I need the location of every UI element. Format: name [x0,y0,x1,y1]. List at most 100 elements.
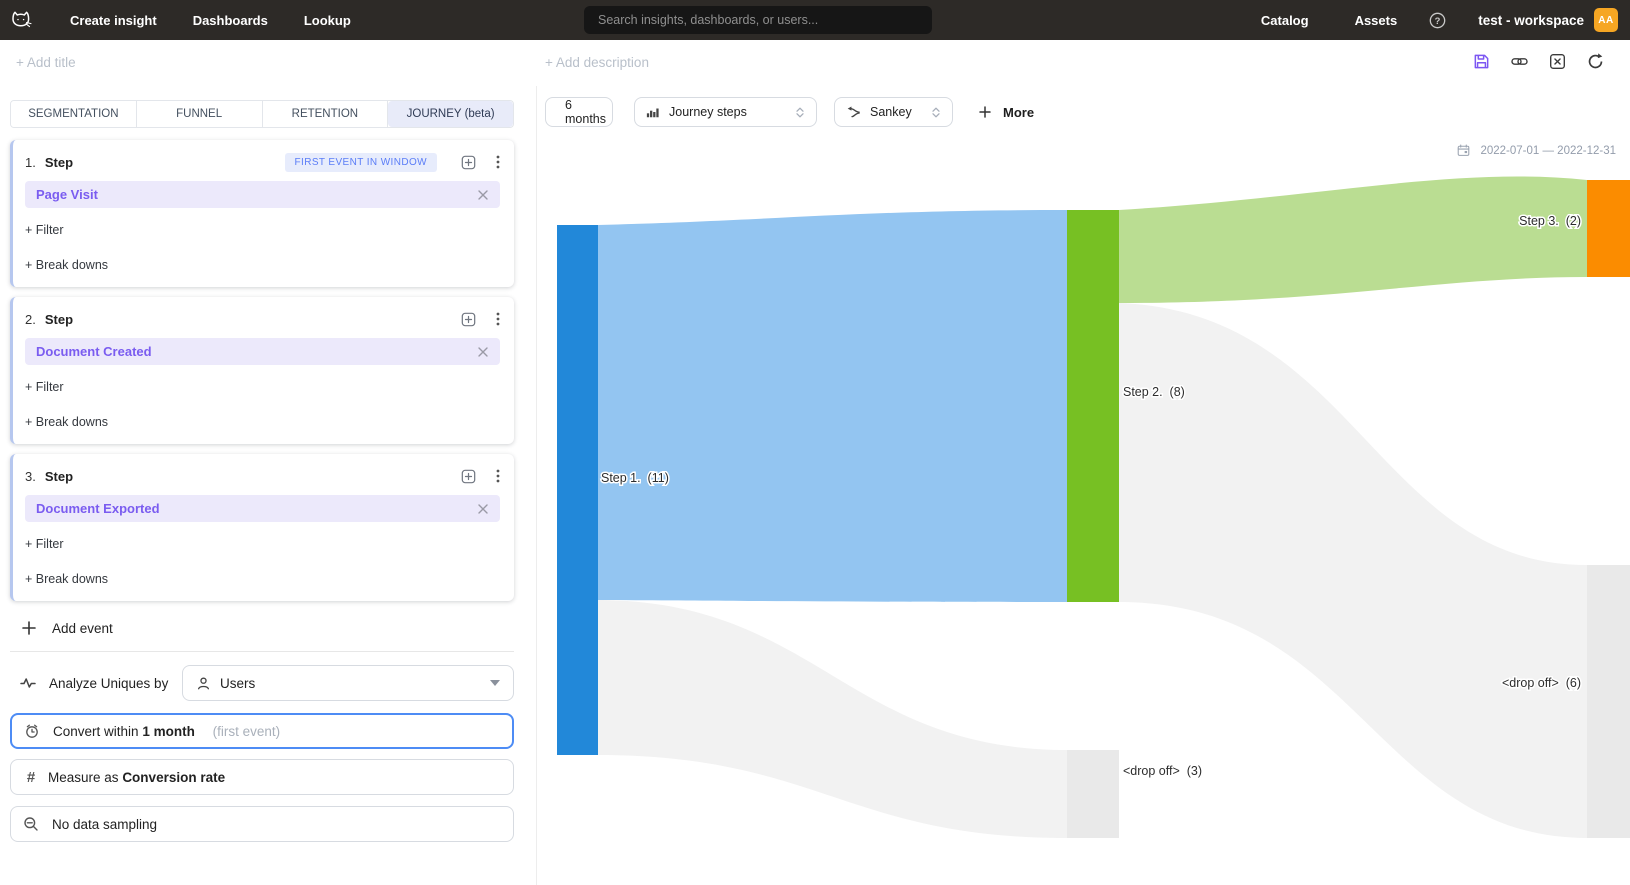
add-event-to-step-icon[interactable] [461,312,476,327]
sankey-link-step2-dropoff[interactable] [1119,303,1587,838]
measure-as-label: Measure as [48,770,119,785]
add-breakdown-button[interactable]: + Break downs [25,258,500,272]
select-carets-icon [931,107,941,118]
save-icon[interactable] [1473,53,1490,70]
app-logo-cat-icon[interactable] [8,8,34,32]
refresh-icon[interactable] [1587,53,1604,70]
step-card-2: 2. Step Document Created + Filter + Brea… [10,297,514,444]
add-filter-button[interactable]: + Filter [25,537,500,551]
measure-as-value: Conversion rate [122,770,225,785]
header-actions [1473,53,1604,70]
tab-retention[interactable]: RETENTION [263,101,389,127]
event-chip[interactable]: Document Created [25,338,500,365]
chart-area: 6 months Journey steps Sankey More [536,86,1630,885]
sankey-node-step2[interactable] [1067,210,1119,602]
nav-item-assets[interactable]: Assets [1355,13,1398,28]
breakdown-select-value: Journey steps [669,105,747,119]
sankey-label-step2: Step 2. (8) [1123,385,1185,399]
add-event-to-step-icon[interactable] [461,155,476,170]
search-input[interactable] [584,6,932,34]
step-index: 1. [25,155,36,170]
nav-item-create-insight[interactable]: Create insight [70,13,157,28]
clear-cache-icon[interactable] [1549,53,1566,70]
chart-type-select[interactable]: Sankey [834,97,953,127]
sankey-node-dropoff-right[interactable] [1587,565,1630,838]
data-sampling-value: No data sampling [52,817,157,832]
avatar[interactable]: AA [1594,8,1618,32]
add-description-button[interactable]: + Add description [545,55,649,70]
add-event-button[interactable]: Add event [10,618,514,638]
tab-funnel[interactable]: FUNNEL [137,101,263,127]
sankey-label-dropoff-mid: <drop off> (3) [1123,764,1202,778]
help-icon[interactable]: ? [1429,12,1446,29]
sankey-chart: Step 1. (11) Step 2. (8) Step 3. (2) <dr… [537,140,1630,885]
step-index: 2. [25,312,36,327]
step-title: Step [45,155,73,170]
nav-item-catalog[interactable]: Catalog [1261,13,1309,28]
analyze-uniques-label: Analyze Uniques by [49,676,168,691]
analyze-entity-select[interactable]: Users [182,665,514,701]
more-options-button[interactable]: More [979,105,1034,120]
step-title: Step [45,469,73,484]
remove-event-icon[interactable] [477,503,489,515]
step-menu-kebab-icon[interactable] [496,469,500,483]
step-menu-kebab-icon[interactable] [496,312,500,326]
sankey-link-step1-dropoff[interactable] [598,600,1067,838]
step-menu-kebab-icon[interactable] [496,155,500,169]
sankey-node-dropoff-mid[interactable] [1067,750,1119,838]
top-navbar: Create insight Dashboards Lookup Catalog… [0,0,1630,40]
chart-toolbar: 6 months Journey steps Sankey More [545,97,1034,127]
step-title: Step [45,312,73,327]
event-chip[interactable]: Document Exported [25,495,500,522]
step-card-3: 3. Step Document Exported + Filter + Bre… [10,454,514,601]
plus-icon [979,106,991,118]
sankey-node-step1[interactable] [557,225,598,755]
time-range-button[interactable]: 6 months [545,97,613,127]
analyze-row: Analyze Uniques by Users [10,665,514,701]
sankey-label-step3: Step 3. (2) [1519,214,1581,228]
workspace-name[interactable]: test - workspace [1478,13,1584,28]
add-filter-button[interactable]: + Filter [25,380,500,394]
nav-right-group: Catalog Assets ? test - workspace AA [1261,0,1618,40]
panel-divider [10,651,514,652]
add-filter-button[interactable]: + Filter [25,223,500,237]
step-card-header: 3. Step [25,467,500,485]
insight-type-tabs: SEGMENTATION FUNNEL RETENTION JOURNEY (b… [10,100,514,128]
remove-event-icon[interactable] [477,346,489,358]
chart-type-value: Sankey [870,105,912,119]
nav-item-lookup[interactable]: Lookup [304,13,351,28]
event-name: Document Created [36,344,152,359]
add-breakdown-button[interactable]: + Break downs [25,572,500,586]
remove-event-icon[interactable] [477,189,489,201]
add-breakdown-button[interactable]: + Break downs [25,415,500,429]
conversion-window-note: (first event) [213,724,281,739]
convert-within-label: Convert within [53,724,139,739]
add-title-button[interactable]: + Add title [16,55,76,70]
sankey-node-step3[interactable] [1587,180,1630,277]
add-event-to-step-icon[interactable] [461,469,476,484]
sankey-link-step1-step2[interactable] [598,210,1067,602]
conversion-window-setting[interactable]: Convert within 1 month (first event) [10,713,514,749]
nav-menu: Create insight Dashboards Lookup [70,13,351,28]
activity-icon [20,675,36,691]
step-card-header: 2. Step [25,310,500,328]
chevron-down-icon [490,680,500,686]
bar-chart-icon [646,105,660,119]
sankey-link-step2-step3[interactable] [1119,177,1587,303]
tab-segmentation[interactable]: SEGMENTATION [11,101,137,127]
select-carets-icon [795,107,805,118]
breakdown-select[interactable]: Journey steps [634,97,817,127]
copy-link-icon[interactable] [1511,53,1528,70]
tab-journey[interactable]: JOURNEY (beta) [388,101,513,127]
add-event-label: Add event [52,621,113,636]
data-sampling-setting[interactable]: No data sampling [10,806,514,842]
first-event-in-window-badge: FIRST EVENT IN WINDOW [285,153,437,172]
measure-as-setting[interactable]: # Measure as Conversion rate [10,759,514,795]
nav-item-dashboards[interactable]: Dashboards [193,13,268,28]
event-name: Page Visit [36,187,98,202]
sankey-label-step1: Step 1. (11) [601,471,669,485]
analyze-entity-value: Users [220,676,255,691]
event-chip[interactable]: Page Visit [25,181,500,208]
event-name: Document Exported [36,501,160,516]
hash-icon: # [23,769,39,786]
